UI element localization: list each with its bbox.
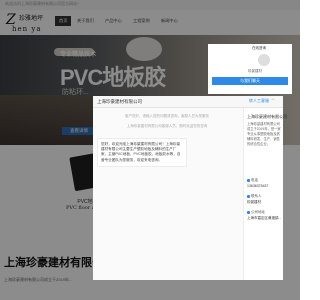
- minimize-icon[interactable]: −: [271, 97, 275, 103]
- side-company-desc: 上海珍豪建材有限公司成立于2019年，是一家专业从事塑胶地板及其辅料研发、生产、…: [247, 122, 281, 146]
- side-address-value: 上海市嘉定区黄渡镇...: [247, 216, 282, 220]
- chat-title: 上海珍豪建材有限公司: [97, 99, 142, 104]
- agent-avatar: [258, 54, 270, 66]
- transfer-agent-link[interactable]: 转人工客服: [249, 98, 269, 104]
- chat-dialog: 上海珍豪建材有限公司 转人工客服 − 客户您好，请输入您的问题或咨询，客服人员为…: [93, 96, 287, 280]
- location-icon: [247, 210, 250, 214]
- chat-message-text: 您好，欢迎光临上海珍豪建材有限公司！上海珍豪建材有限公司主要生产塑胶地板及辅料的…: [101, 142, 181, 162]
- side-company-name: 上海珍豪建材有限公司: [247, 114, 287, 119]
- chat-header: 上海珍豪建材有限公司 转人工客服 −: [93, 96, 283, 108]
- conversation-area[interactable]: 客户您好，请输入您的问题或咨询，客服人员为您服务 上海珍豪建材有限公司客服人员，…: [93, 108, 243, 280]
- chat-message: 您好，欢迎光临上海珍豪建材有限公司！上海珍豪建材有限公司主要生产塑胶地板及辅料的…: [97, 138, 187, 167]
- company-side-panel: 上海珍豪建材有限公司 上海珍豪建材有限公司成立于2019年，是一家专业从事塑胶地…: [243, 108, 287, 280]
- agent-name: 珍豪建材: [248, 69, 262, 73]
- user-icon: [247, 194, 250, 198]
- chat-button[interactable]: 与我们聊天: [212, 77, 288, 85]
- side-contact-value: 珍豪建材: [247, 200, 261, 204]
- conversation-notice-1: 客户您好，请输入您的问题或咨询，客服人员为您服务: [125, 114, 209, 118]
- side-phone-label: 电话: [247, 178, 258, 183]
- consult-card: 在线咨询 珍豪建材 与我们聊天: [208, 44, 292, 94]
- consult-title: 在线咨询: [252, 46, 266, 50]
- side-phone-value: 13636375437: [247, 184, 269, 188]
- side-contact-label: 联系人: [247, 194, 262, 199]
- conversation-notice-2: 上海珍豪建材有限公司客服人员，随时欢迎您的咨询: [126, 124, 208, 128]
- side-address-label: 公司地址: [247, 210, 265, 215]
- phone-icon: [247, 178, 250, 182]
